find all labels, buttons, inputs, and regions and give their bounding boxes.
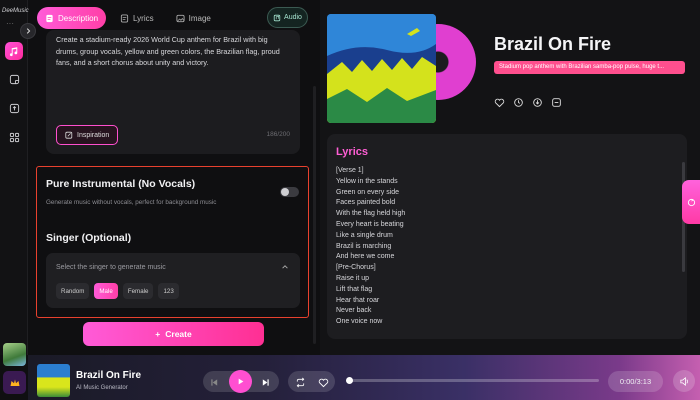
lyrics-line: Green on every side [336,188,400,196]
lyrics-line: With the flag held high [336,210,406,218]
tab-label: Image [188,13,211,23]
tab-description[interactable]: Description [37,7,107,29]
singer-hint: Select the singer to generate music [56,264,166,271]
crown-icon[interactable] [3,371,26,394]
inspiration-button[interactable]: Inspiration [56,125,119,145]
mode-tabs: Description Lyrics Image [37,7,219,29]
singer-options: Random Male Female 123 [56,283,179,299]
lyrics-icon [120,13,129,23]
audio-label: Audio [284,14,302,21]
share-icon[interactable] [551,97,562,108]
lyrics-line: Faces painted bold [336,199,396,207]
instrumental-toggle[interactable] [280,187,299,197]
player-cover[interactable] [37,364,70,397]
lyrics-line: Raise it up [336,274,370,282]
album-cover[interactable] [327,14,436,123]
volume-icon [679,376,688,386]
lyrics-line: Lift that flag [336,285,373,293]
song-title: Brazil On Fire [494,34,612,54]
chevron-right-icon [26,28,31,34]
description-textarea[interactable]: Create a stadium-ready 2026 World Cup an… [56,34,290,69]
next-icon[interactable] [259,376,271,388]
lyrics-line: One voice now [336,318,383,326]
player-title: Brazil On Fire [76,370,142,381]
progress-track[interactable] [347,379,599,382]
collapse-sidebar-button[interactable] [20,23,36,39]
lyrics-line: Brazil is marching [336,242,392,250]
volume-button[interactable] [673,370,695,392]
create-button[interactable]: + Create [83,322,264,346]
heart-icon[interactable] [494,97,505,108]
character-counter: 186/200 [266,131,291,138]
lyrics-lines: [Verse 1] Yellow in the stands Green on … [336,166,405,328]
singer-option-123[interactable]: 123 [158,283,179,299]
singer-selector: Select the singer to generate music Rand… [46,253,300,308]
instrumental-subtitle: Generate music without vocals, perfect f… [46,199,217,206]
lyrics-line: Like a single drum [336,231,393,239]
more-dots-icon: ··· [6,19,14,28]
image-icon [176,14,185,22]
style-tag[interactable]: Stadium pop anthem with Brazilian samba-… [494,61,685,74]
audio-button[interactable]: Audio [267,7,308,28]
inspiration-label: Inspiration [77,131,110,139]
tab-lyrics[interactable]: Lyrics [112,7,162,29]
singer-option-female[interactable]: Female [122,283,154,299]
lyrics-title: Lyrics [336,146,369,158]
user-avatar[interactable] [3,343,26,366]
grid-icon[interactable] [5,128,23,146]
lyrics-line: Every heart is beating [336,220,404,228]
singer-option-male[interactable]: Male [94,283,118,299]
left-scrollbar[interactable] [313,86,316,344]
play-icon [238,378,244,385]
description-card: Create a stadium-ready 2026 World Cup an… [46,30,300,154]
plus-icon: + [155,329,161,339]
refresh-icon [687,198,695,206]
left-rail: DeeMusic ··· [0,0,29,355]
play-button[interactable] [229,370,252,393]
lyrics-line: And here we come [336,253,395,261]
instrumental-title: Pure Instrumental (No Vocals) [46,178,196,190]
create-label: Create [165,329,192,339]
music-note-icon[interactable] [5,42,23,60]
repeat-icon[interactable] [294,376,306,388]
audio-icon [273,14,281,21]
lyrics-line: Hear that roar [336,296,380,304]
lyrics-card: Lyrics [Verse 1] Yellow in the stands Gr… [327,134,687,339]
song-actions [494,97,562,108]
app-logo[interactable]: DeeMusic [2,8,29,14]
tab-label: Lyrics [133,13,154,23]
upload-icon[interactable] [5,99,23,117]
edit-icon [65,131,73,139]
document-icon [46,14,53,22]
previous-icon[interactable] [208,376,220,388]
download-icon[interactable] [532,97,543,108]
tab-label: Description [58,13,99,23]
progress-knob[interactable] [346,377,353,384]
tab-image[interactable]: Image [168,7,219,29]
singer-option-random[interactable]: Random [56,283,90,299]
lyrics-line: [Verse 1] [336,167,364,174]
side-tab-button[interactable] [682,180,700,224]
singer-title: Singer (Optional) [46,232,132,244]
lyrics-line: [Pre-Chorus] [336,264,376,272]
lyrics-line: Yellow in the stands [336,177,398,185]
refresh-icon[interactable] [513,97,524,108]
sticker-icon[interactable] [5,70,23,88]
chevron-up-icon[interactable] [281,263,289,271]
time-display: 0:00/3:13 [608,371,663,392]
lyrics-line: Never back [336,307,372,315]
player-subtitle: AI Music Generator [76,385,128,391]
heart-icon[interactable] [317,376,329,388]
